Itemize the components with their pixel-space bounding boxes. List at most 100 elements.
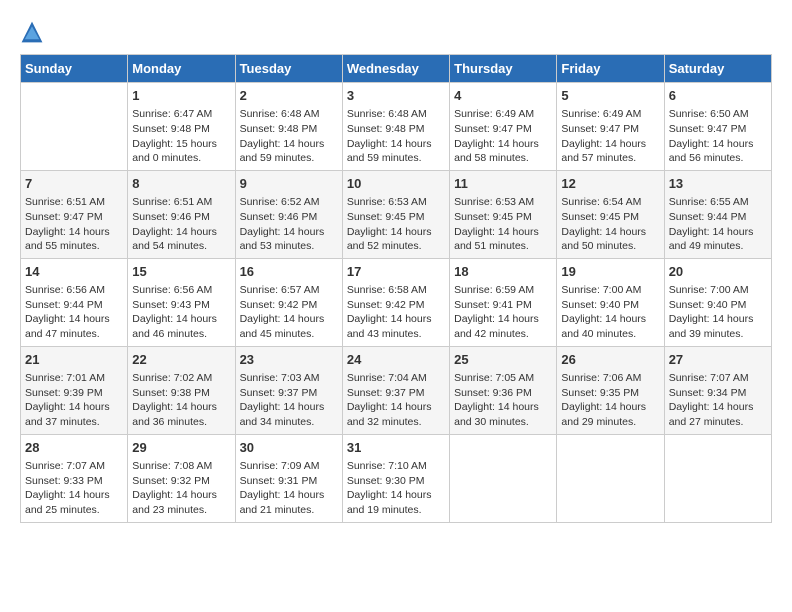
day-number: 30 — [240, 439, 338, 457]
day-info: Sunrise: 7:07 AMSunset: 9:33 PMDaylight:… — [25, 459, 123, 518]
day-number: 28 — [25, 439, 123, 457]
week-row-4: 21 Sunrise: 7:01 AMSunset: 9:39 PMDayligh… — [21, 346, 772, 434]
calendar-cell: 4 Sunrise: 6:49 AMSunset: 9:47 PMDaylight… — [450, 83, 557, 171]
day-info: Sunrise: 6:56 AMSunset: 9:43 PMDaylight:… — [132, 283, 230, 342]
calendar-cell: 28 Sunrise: 7:07 AMSunset: 9:33 PMDayligh… — [21, 434, 128, 522]
day-number: 14 — [25, 263, 123, 281]
week-row-2: 7 Sunrise: 6:51 AMSunset: 9:47 PMDaylight… — [21, 170, 772, 258]
calendar-cell: 22Sunrise: 7:02 AMSunset: 9:38 PMDayligh… — [128, 346, 235, 434]
calendar-cell: 6 Sunrise: 6:50 AMSunset: 9:47 PMDaylight… — [664, 83, 771, 171]
calendar-cell — [664, 434, 771, 522]
day-number: 5 — [561, 87, 659, 105]
week-row-3: 14Sunrise: 6:56 AMSunset: 9:44 PMDayligh… — [21, 258, 772, 346]
day-info: Sunrise: 6:58 AMSunset: 9:42 PMDaylight:… — [347, 283, 445, 342]
calendar-cell: 3Sunrise: 6:48 AMSunset: 9:48 PMDaylight… — [342, 83, 449, 171]
calendar-cell: 15 Sunrise: 6:56 AMSunset: 9:43 PMDayligh… — [128, 258, 235, 346]
header-friday: Friday — [557, 55, 664, 83]
week-row-5: 28 Sunrise: 7:07 AMSunset: 9:33 PMDayligh… — [21, 434, 772, 522]
day-info: Sunrise: 7:07 AMSunset: 9:34 PMDaylight:… — [669, 371, 767, 430]
day-number: 24 — [347, 351, 445, 369]
day-number: 23 — [240, 351, 338, 369]
calendar-cell: 31Sunrise: 7:10 AMSunset: 9:30 PMDayligh… — [342, 434, 449, 522]
day-number: 29 — [132, 439, 230, 457]
day-info: Sunrise: 7:05 AMSunset: 9:36 PMDaylight:… — [454, 371, 552, 430]
header-thursday: Thursday — [450, 55, 557, 83]
day-number: 13 — [669, 175, 767, 193]
header — [20, 20, 772, 44]
calendar-cell: 8Sunrise: 6:51 AMSunset: 9:46 PMDaylight… — [128, 170, 235, 258]
day-info: Sunrise: 7:01 AMSunset: 9:39 PMDaylight:… — [25, 371, 123, 430]
calendar-header-row: SundayMondayTuesdayWednesdayThursdayFrid… — [21, 55, 772, 83]
calendar-cell — [557, 434, 664, 522]
logo — [20, 20, 48, 44]
calendar-table: SundayMondayTuesdayWednesdayThursdayFrid… — [20, 54, 772, 523]
calendar-cell: 12 Sunrise: 6:54 AMSunset: 9:45 PMDayligh… — [557, 170, 664, 258]
calendar-cell: 5 Sunrise: 6:49 AMSunset: 9:47 PMDaylight… — [557, 83, 664, 171]
calendar-cell: 25 Sunrise: 7:05 AMSunset: 9:36 PMDayligh… — [450, 346, 557, 434]
header-tuesday: Tuesday — [235, 55, 342, 83]
day-info: Sunrise: 7:06 AMSunset: 9:35 PMDaylight:… — [561, 371, 659, 430]
calendar-cell: 7 Sunrise: 6:51 AMSunset: 9:47 PMDaylight… — [21, 170, 128, 258]
day-info: Sunrise: 6:48 AMSunset: 9:48 PMDaylight:… — [240, 107, 338, 166]
day-info: Sunrise: 6:57 AMSunset: 9:42 PMDaylight:… — [240, 283, 338, 342]
day-number: 27 — [669, 351, 767, 369]
day-number: 20 — [669, 263, 767, 281]
calendar-cell: 13 Sunrise: 6:55 AMSunset: 9:44 PMDayligh… — [664, 170, 771, 258]
day-info: Sunrise: 7:00 AMSunset: 9:40 PMDaylight:… — [669, 283, 767, 342]
calendar-cell: 1 Sunrise: 6:47 AMSunset: 9:48 PMDaylight… — [128, 83, 235, 171]
day-number: 15 — [132, 263, 230, 281]
calendar-cell: 19 Sunrise: 7:00 AMSunset: 9:40 PMDayligh… — [557, 258, 664, 346]
calendar-cell: 17 Sunrise: 6:58 AMSunset: 9:42 PMDayligh… — [342, 258, 449, 346]
day-info: Sunrise: 7:09 AMSunset: 9:31 PMDaylight:… — [240, 459, 338, 518]
calendar-cell: 2 Sunrise: 6:48 AMSunset: 9:48 PMDaylight… — [235, 83, 342, 171]
week-row-1: 1 Sunrise: 6:47 AMSunset: 9:48 PMDaylight… — [21, 83, 772, 171]
day-number: 21 — [25, 351, 123, 369]
day-number: 25 — [454, 351, 552, 369]
day-info: Sunrise: 6:47 AMSunset: 9:48 PMDaylight:… — [132, 107, 230, 166]
calendar-cell: 29 Sunrise: 7:08 AMSunset: 9:32 PMDayligh… — [128, 434, 235, 522]
calendar-cell: 20 Sunrise: 7:00 AMSunset: 9:40 PMDayligh… — [664, 258, 771, 346]
day-number: 26 — [561, 351, 659, 369]
day-number: 11 — [454, 175, 552, 193]
day-number: 17 — [347, 263, 445, 281]
logo-icon — [20, 20, 44, 44]
day-number: 6 — [669, 87, 767, 105]
day-info: Sunrise: 7:00 AMSunset: 9:40 PMDaylight:… — [561, 283, 659, 342]
day-info: Sunrise: 6:50 AMSunset: 9:47 PMDaylight:… — [669, 107, 767, 166]
day-info: Sunrise: 7:03 AMSunset: 9:37 PMDaylight:… — [240, 371, 338, 430]
day-number: 2 — [240, 87, 338, 105]
day-info: Sunrise: 6:52 AMSunset: 9:46 PMDaylight:… — [240, 195, 338, 254]
header-wednesday: Wednesday — [342, 55, 449, 83]
calendar-cell — [21, 83, 128, 171]
header-sunday: Sunday — [21, 55, 128, 83]
day-info: Sunrise: 6:49 AMSunset: 9:47 PMDaylight:… — [561, 107, 659, 166]
calendar-cell: 24Sunrise: 7:04 AMSunset: 9:37 PMDayligh… — [342, 346, 449, 434]
day-info: Sunrise: 6:55 AMSunset: 9:44 PMDaylight:… — [669, 195, 767, 254]
day-number: 7 — [25, 175, 123, 193]
calendar-cell: 27 Sunrise: 7:07 AMSunset: 9:34 PMDayligh… — [664, 346, 771, 434]
day-number: 18 — [454, 263, 552, 281]
day-info: Sunrise: 6:53 AMSunset: 9:45 PMDaylight:… — [347, 195, 445, 254]
day-info: Sunrise: 6:53 AMSunset: 9:45 PMDaylight:… — [454, 195, 552, 254]
day-info: Sunrise: 6:51 AMSunset: 9:46 PMDaylight:… — [132, 195, 230, 254]
calendar-cell: 18 Sunrise: 6:59 AMSunset: 9:41 PMDayligh… — [450, 258, 557, 346]
day-info: Sunrise: 6:54 AMSunset: 9:45 PMDaylight:… — [561, 195, 659, 254]
calendar-cell: 30 Sunrise: 7:09 AMSunset: 9:31 PMDayligh… — [235, 434, 342, 522]
day-number: 4 — [454, 87, 552, 105]
calendar-cell — [450, 434, 557, 522]
day-info: Sunrise: 7:08 AMSunset: 9:32 PMDaylight:… — [132, 459, 230, 518]
header-monday: Monday — [128, 55, 235, 83]
day-info: Sunrise: 6:59 AMSunset: 9:41 PMDaylight:… — [454, 283, 552, 342]
day-number: 12 — [561, 175, 659, 193]
day-number: 22 — [132, 351, 230, 369]
day-number: 1 — [132, 87, 230, 105]
day-number: 19 — [561, 263, 659, 281]
day-number: 9 — [240, 175, 338, 193]
day-number: 3 — [347, 87, 445, 105]
day-info: Sunrise: 6:51 AMSunset: 9:47 PMDaylight:… — [25, 195, 123, 254]
day-info: Sunrise: 6:49 AMSunset: 9:47 PMDaylight:… — [454, 107, 552, 166]
header-saturday: Saturday — [664, 55, 771, 83]
day-number: 10 — [347, 175, 445, 193]
calendar-cell: 14Sunrise: 6:56 AMSunset: 9:44 PMDayligh… — [21, 258, 128, 346]
calendar-cell: 10 Sunrise: 6:53 AMSunset: 9:45 PMDayligh… — [342, 170, 449, 258]
